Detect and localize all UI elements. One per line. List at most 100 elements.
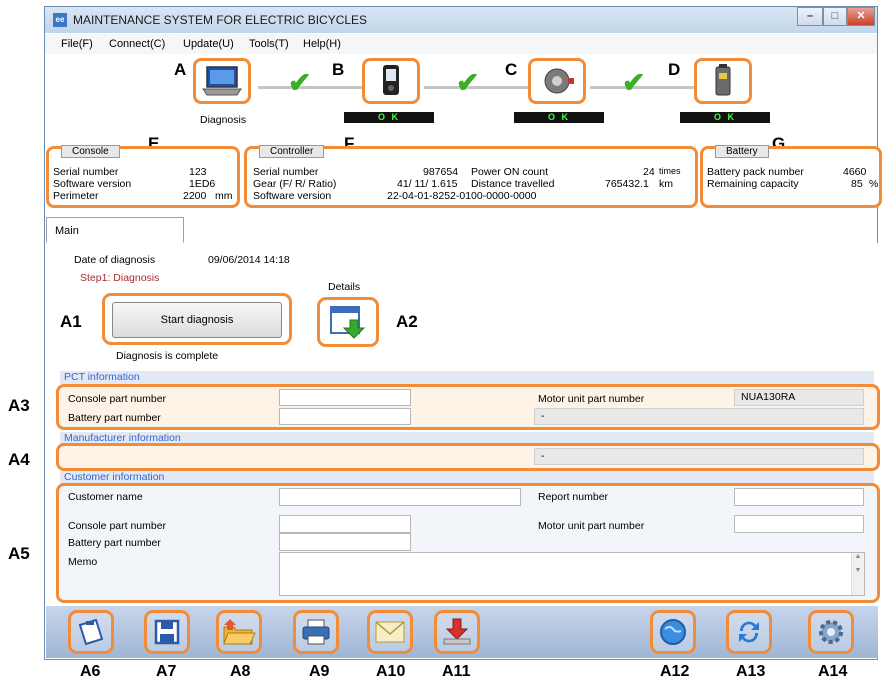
check-icon: ✔: [288, 67, 312, 98]
tab-main[interactable]: Main: [46, 217, 184, 243]
capacity-unit: %: [869, 178, 879, 190]
controller-panel-tab: Controller: [259, 145, 325, 158]
refresh-icon: [739, 621, 759, 643]
console-panel-tab: Console: [61, 145, 120, 158]
callout-c: C: [505, 60, 518, 79]
save-button[interactable]: [144, 610, 190, 654]
controller-sw-value: 22-04-01-8252-0100-0000-0000: [387, 190, 537, 202]
mail-button[interactable]: [367, 610, 413, 654]
open-folder-button[interactable]: [216, 610, 262, 654]
callout-a3: A3: [8, 396, 30, 415]
pct-battery-dash-value: -: [534, 408, 864, 425]
console-sw-value: 1ED6: [189, 178, 216, 190]
power-on-count-unit: times: [659, 166, 681, 176]
console-perimeter-unit: mm: [215, 190, 233, 202]
battery-status-indicator: O K: [680, 112, 770, 123]
console-sw-label: Software version: [53, 178, 132, 190]
menu-help[interactable]: Help(H): [303, 38, 341, 50]
controller-sw-label: Software version: [253, 190, 332, 202]
customer-console-part-field[interactable]: [279, 515, 411, 533]
details-window-arrow-icon: [330, 306, 366, 339]
controller-serial-label: Serial number: [253, 166, 319, 178]
menu-connect[interactable]: Connect(C): [109, 38, 165, 50]
report-number-label: Report number: [538, 491, 609, 503]
settings-button[interactable]: [808, 610, 854, 654]
callout-a: A: [174, 60, 187, 79]
download-button[interactable]: [434, 610, 480, 654]
pct-section-heading: PCT information: [60, 371, 874, 384]
download-icon: [443, 618, 471, 645]
pct-battery-part-field[interactable]: [279, 408, 411, 425]
callout-a1: A1: [60, 312, 82, 331]
manufacturer-dash-value: -: [534, 448, 864, 465]
motor-device-button[interactable]: [528, 58, 586, 104]
callout-a6: A6: [80, 663, 101, 680]
start-diagnosis-button[interactable]: Start diagnosis: [112, 302, 282, 338]
console-perimeter-label: Perimeter: [53, 190, 99, 202]
callout-d: D: [668, 60, 681, 79]
controller-gear-value: 41/ 11/ 1.615: [397, 178, 458, 190]
battery-pack-value: 4660: [843, 166, 867, 178]
distance-value: 765432.1: [605, 178, 649, 190]
pct-battery-part-label: Battery part number: [68, 412, 161, 424]
controller-gear-label: Gear (F/ R/ Ratio): [253, 178, 337, 190]
customer-console-part-label: Console part number: [68, 520, 167, 532]
details-button[interactable]: [317, 297, 379, 347]
distance-unit: km: [659, 178, 673, 190]
diagnosis-date-value: 09/06/2014 14:18: [208, 254, 290, 266]
settings-gear-icon: [819, 620, 843, 644]
clipboard-button[interactable]: [68, 610, 114, 654]
callout-a2: A2: [396, 312, 418, 331]
report-number-field[interactable]: [734, 488, 864, 506]
print-button[interactable]: [293, 610, 339, 654]
memo-textarea[interactable]: ▲ ▼: [279, 552, 865, 596]
laptop-icon: [202, 66, 242, 96]
menu-tools[interactable]: Tools(T): [249, 38, 289, 50]
save-icon: [154, 619, 180, 645]
customer-name-label: Customer name: [68, 491, 143, 503]
motor-unit-icon: [544, 68, 574, 94]
console-status-indicator: O K: [344, 112, 434, 123]
title-bar: ee MAINTENANCE SYSTEM FOR ELECTRIC BICYC…: [45, 7, 877, 33]
callout-a5: A5: [8, 544, 30, 563]
diagnosis-complete-text: Diagnosis is complete: [116, 350, 219, 362]
power-on-count-value: 24: [643, 166, 655, 178]
open-folder-icon: [223, 619, 256, 645]
close-button[interactable]: ✕: [847, 7, 875, 26]
memo-scrollbar[interactable]: ▲ ▼: [851, 553, 864, 595]
callout-a7: A7: [156, 663, 177, 680]
callout-a8: A8: [230, 663, 251, 680]
callout-a9: A9: [309, 663, 330, 680]
callout-a14: A14: [818, 663, 848, 680]
customer-motor-part-label: Motor unit part number: [538, 520, 645, 532]
battery-device-button[interactable]: [694, 58, 752, 104]
clipboard-icon: [78, 618, 104, 646]
battery-panel-tab: Battery: [715, 145, 769, 158]
diagnosis-label: Diagnosis: [200, 114, 247, 126]
memo-label: Memo: [68, 556, 98, 568]
mail-icon: [375, 621, 405, 643]
window-title: MAINTENANCE SYSTEM FOR ELECTRIC BICYCLES: [73, 13, 368, 27]
diagnosis-pc-button[interactable]: [193, 58, 251, 104]
callout-b: B: [332, 60, 345, 79]
minimize-button[interactable]: –: [797, 7, 823, 26]
menu-file[interactable]: File(F): [61, 38, 93, 50]
console-device-button[interactable]: [362, 58, 420, 104]
battery-pack-label: Battery pack number: [707, 166, 804, 178]
step-label: Step1: Diagnosis: [80, 272, 160, 284]
pct-console-part-field[interactable]: [279, 389, 411, 406]
capacity-label: Remaining capacity: [707, 178, 799, 190]
refresh-button[interactable]: [726, 610, 772, 654]
console-info-panel: Console Serial number 123 Software versi…: [46, 145, 240, 208]
customer-name-field[interactable]: [279, 488, 521, 506]
customer-battery-part-field[interactable]: [279, 533, 411, 551]
maximize-button[interactable]: □: [823, 7, 847, 26]
globe-button[interactable]: [650, 610, 696, 654]
pct-motor-part-value: NUA130RA: [734, 389, 864, 406]
pct-motor-part-label: Motor unit part number: [538, 393, 645, 405]
details-label: Details: [328, 281, 361, 293]
customer-motor-part-field[interactable]: [734, 515, 864, 533]
console-serial-value: 123: [189, 166, 207, 178]
menu-update[interactable]: Update(U): [183, 38, 234, 50]
callout-a12: A12: [660, 663, 690, 680]
